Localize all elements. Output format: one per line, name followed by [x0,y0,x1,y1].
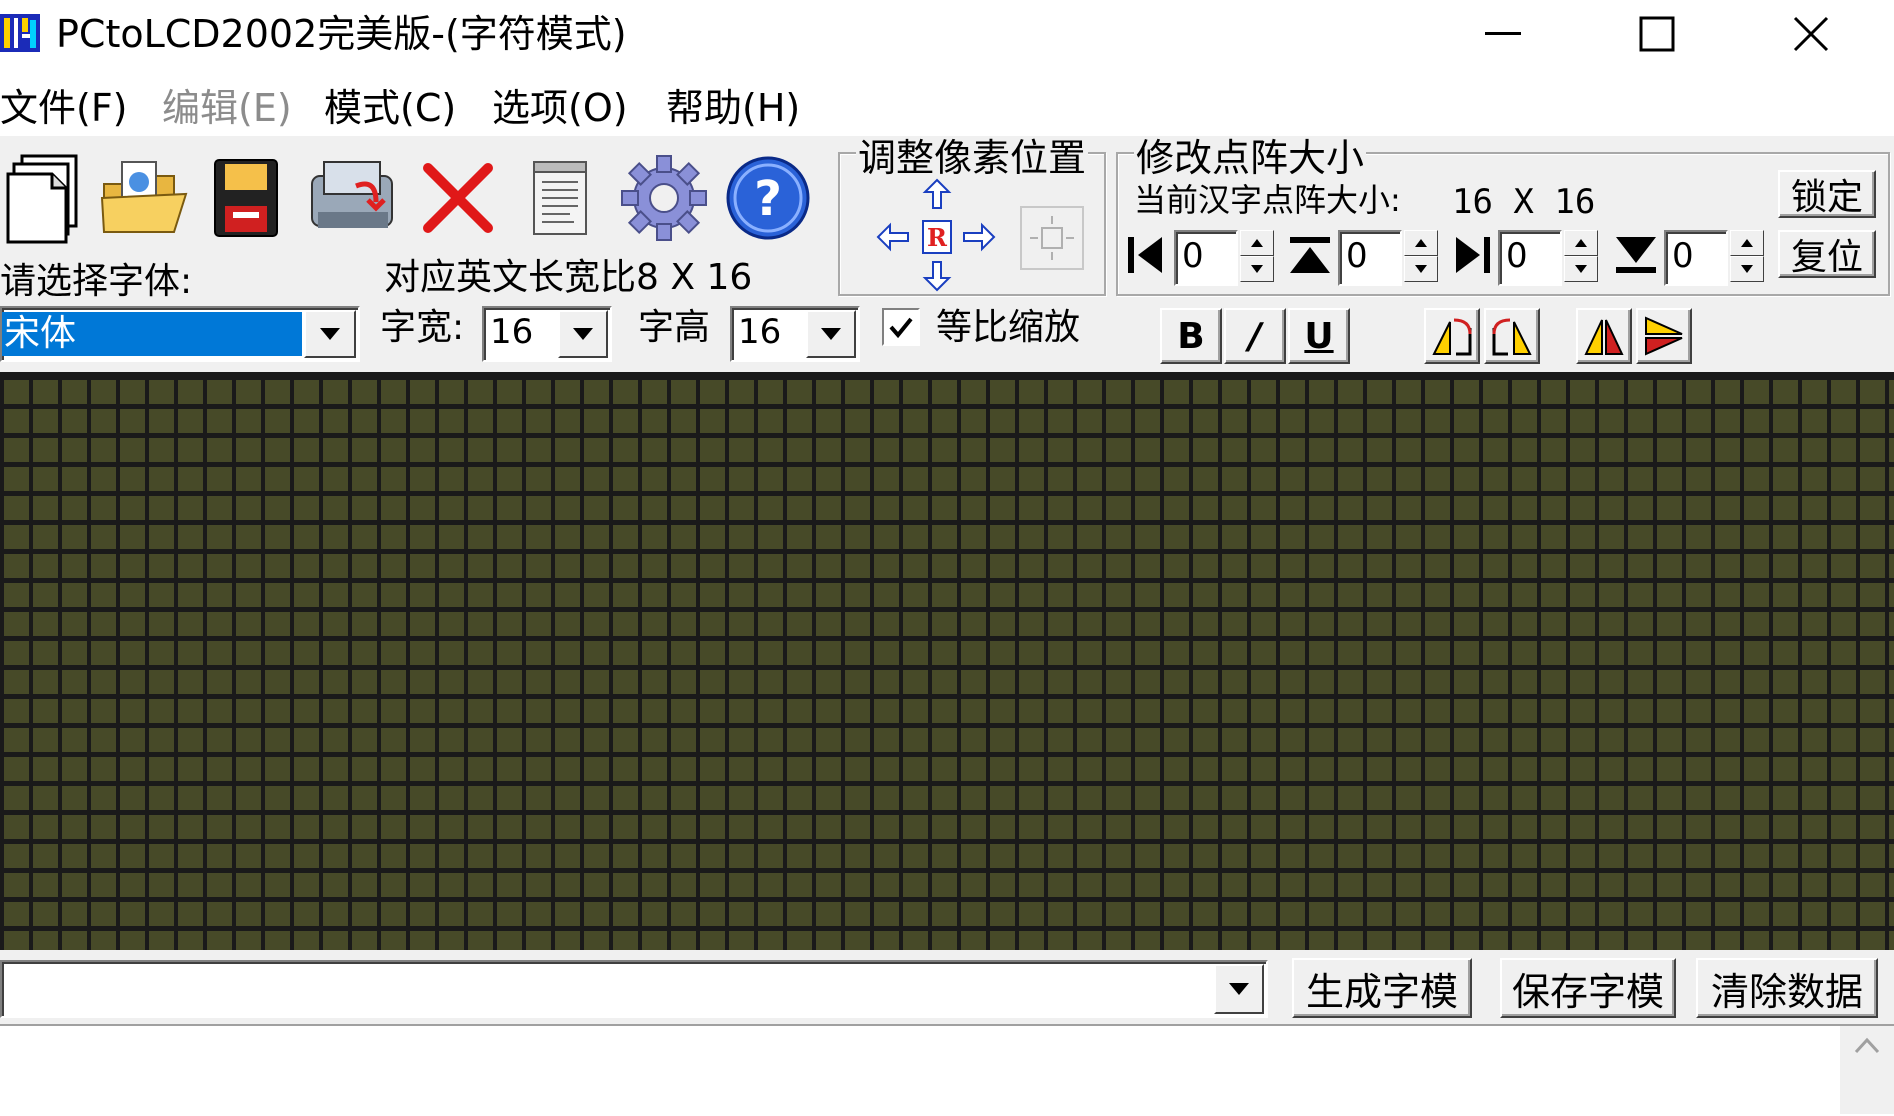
right-spin-buttons[interactable] [1564,230,1598,282]
reset-button[interactable]: 复位 [1778,230,1876,278]
text-input-dropdown[interactable] [1214,964,1264,1014]
spin-down-icon[interactable] [1564,256,1598,282]
char-width-dropdown[interactable] [558,310,608,358]
rotate-left-icon [1432,318,1472,356]
generate-font-button[interactable]: 生成字模 [1292,958,1472,1018]
right-spin-input[interactable]: 0 [1498,230,1562,286]
output-text-area[interactable] [0,1024,1894,1116]
menu-mode[interactable]: 模式(C) [324,84,456,132]
window-title: PCtoLCD2002完美版-(字符模式) [56,12,627,56]
center-align-button[interactable] [1020,206,1084,270]
app-logo-icon [0,10,42,54]
font-combo-value: 宋体 [2,312,302,356]
save-disk-icon[interactable] [200,148,292,248]
spin-down-icon[interactable] [1730,256,1764,282]
menu-help[interactable]: 帮助(H) [666,84,800,132]
shift-up-button[interactable] [922,178,952,210]
arrow-right-icon [963,222,996,252]
title-bar: PCtoLCD2002完美版-(字符模式) [0,0,1894,68]
top-spin-buttons[interactable] [1404,230,1438,282]
bottom-spin-buttons[interactable] [1730,230,1764,282]
close-button[interactable] [1736,0,1886,68]
rotate-right-icon [1492,318,1532,356]
new-file-icon[interactable] [0,148,92,248]
svg-text:?: ? [754,171,782,227]
menu-options[interactable]: 选项(O) [492,84,628,132]
flip-horizontal-icon [1584,319,1624,355]
char-height-label: 字高 [638,307,711,348]
spin-down-icon[interactable] [1240,256,1274,282]
shift-right-button[interactable] [962,222,996,252]
current-matrix-value: 16 X 16 [1452,182,1596,222]
arrow-left-icon [876,222,909,252]
aspect-ratio-label: 对应英文长宽比8 X 16 [384,257,753,298]
left-edge-icon [1124,230,1168,280]
char-height-dropdown[interactable] [806,310,856,358]
menu-edit[interactable]: 编辑(E) [162,84,292,132]
bold-button[interactable]: B [1160,308,1222,364]
arrow-up-icon [922,178,952,209]
proportional-label: 等比缩放 [936,307,1081,348]
chevron-down-icon [320,328,340,340]
notepad-icon[interactable] [514,148,606,248]
scroll-up-icon[interactable] [1840,1026,1894,1066]
bottom-spin-input[interactable]: 0 [1664,230,1728,286]
close-icon [1793,16,1829,52]
output-scrollbar[interactable] [1840,1026,1894,1114]
left-spin-input[interactable]: 0 [1174,230,1238,286]
top-edge-icon [1286,230,1334,280]
settings-gear-icon[interactable] [618,148,710,248]
shift-left-button[interactable] [876,222,910,252]
reset-position-button[interactable]: R [922,220,952,254]
clear-data-button[interactable]: 清除数据 [1696,958,1878,1018]
center-frame-icon [1030,216,1074,260]
arrow-down-icon [922,261,952,292]
chevron-down-icon [573,328,593,340]
maximize-icon [1639,16,1675,52]
spin-up-icon[interactable] [1564,230,1598,256]
top-spin-input[interactable]: 0 [1338,230,1402,286]
underline-button[interactable]: U [1288,308,1350,364]
flip-vertical-icon [1645,316,1683,356]
spin-up-icon[interactable] [1730,230,1764,256]
lock-button[interactable]: 锁定 [1778,170,1876,218]
spin-up-icon[interactable] [1240,230,1274,256]
chevron-down-icon [1229,983,1249,995]
import-image-icon[interactable] [306,148,398,248]
delete-x-icon[interactable] [412,148,504,248]
help-question-icon[interactable]: ? [722,148,814,248]
spin-up-icon[interactable] [1404,230,1438,256]
minimize-button[interactable] [1430,0,1580,68]
flip-horizontal-button[interactable] [1576,308,1632,364]
chevron-down-icon [821,328,841,340]
italic-button[interactable]: / [1224,308,1286,364]
spin-down-icon[interactable] [1404,256,1438,282]
dot-matrix-cells[interactable] [0,375,1894,950]
char-width-label: 字宽: [380,307,465,348]
bottom-edge-icon [1612,230,1660,280]
shift-down-button[interactable] [922,260,952,292]
font-select-label: 请选择字体: [0,261,193,302]
checkmark-icon [889,317,913,339]
pixel-adjust-title: 调整像素位置 [856,136,1089,180]
maximize-button[interactable] [1582,0,1732,68]
current-matrix-label: 当前汉字点阵大小: [1134,181,1401,219]
matrix-size-title: 修改点阵大小 [1134,136,1367,180]
minimize-icon [1485,32,1521,35]
rotate-right-button[interactable] [1484,308,1540,364]
flip-vertical-button[interactable] [1636,308,1692,364]
font-combo-dropdown[interactable] [304,310,356,358]
dot-matrix-grid[interactable] [0,372,1894,950]
right-edge-icon [1448,230,1496,280]
rotate-left-button[interactable] [1424,308,1480,364]
left-spin-buttons[interactable] [1240,230,1274,282]
open-folder-icon[interactable] [98,148,190,248]
menu-file[interactable]: 文件(F) [0,84,128,132]
text-input-combo[interactable] [0,960,1268,1018]
proportional-checkbox[interactable] [882,308,920,346]
save-font-button[interactable]: 保存字模 [1500,958,1676,1018]
